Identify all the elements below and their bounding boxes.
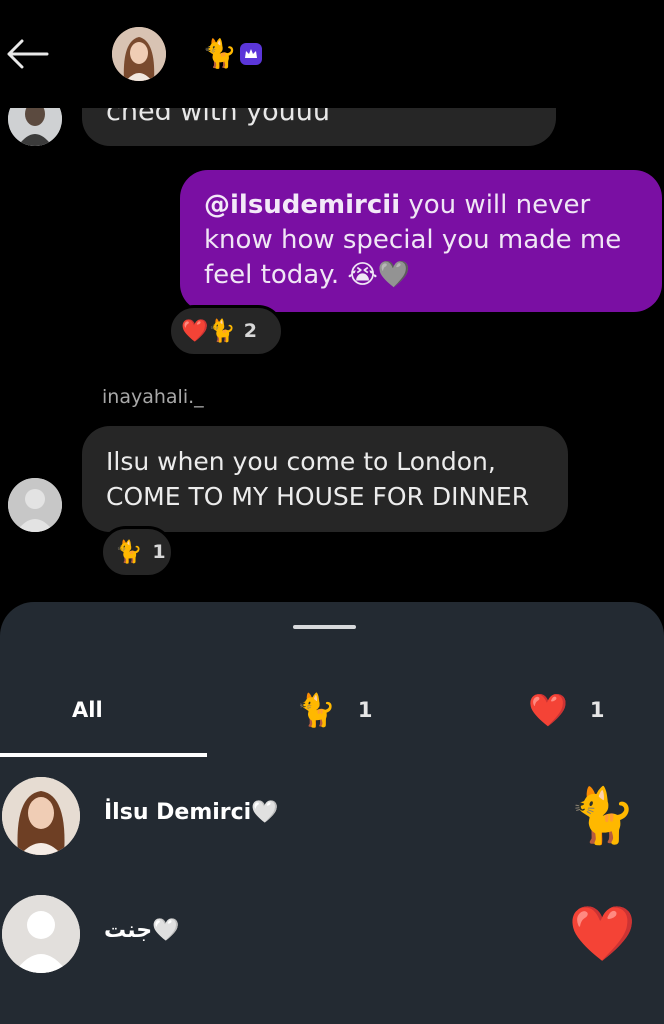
profile-avatar[interactable]	[112, 27, 166, 81]
reactor-name: جنت🤍	[104, 918, 180, 943]
reactor-avatar[interactable]	[2, 895, 80, 973]
tab-cat-reaction[interactable]: 🐈 1	[296, 690, 372, 730]
tab-count: 1	[357, 698, 373, 722]
reactions-sheet: All 🐈 1 ❤️ 1 İlsu Demirci🤍 🐈 جنت🤍 ❤️	[0, 602, 664, 1024]
other-message-text: Ilsu when you come to London, COME TO MY…	[106, 447, 530, 511]
heart-icon: ❤️	[528, 691, 568, 729]
sender-username[interactable]: inayahali._	[102, 386, 204, 408]
reactor-avatar[interactable]	[2, 777, 80, 855]
heart-icon: ❤️	[568, 902, 636, 965]
reaction-count: 2	[243, 320, 258, 342]
reaction-emojis: ❤️🐈	[181, 318, 236, 344]
cat-icon: 🐈	[296, 691, 336, 729]
reactor-row[interactable]: İlsu Demirci🤍 🐈	[0, 770, 664, 866]
sheet-drag-handle[interactable]	[293, 625, 356, 629]
my-message-bubble[interactable]: @ilsudemircii you will never know how sp…	[180, 170, 662, 312]
tab-count: 1	[589, 698, 605, 722]
message-reactions[interactable]: 🐈 1	[100, 526, 174, 578]
default-avatar[interactable]	[8, 478, 62, 532]
reaction-emojis: 🐈	[115, 539, 143, 565]
chat-header: 🐈	[0, 0, 664, 108]
other-message-bubble[interactable]: Ilsu when you come to London, COME TO MY…	[82, 426, 568, 532]
tab-heart-reaction[interactable]: ❤️ 1	[528, 690, 604, 730]
reactor-name: İlsu Demirci🤍	[104, 800, 279, 825]
cat-icon: 🐈	[568, 784, 636, 847]
crown-badge-icon	[240, 43, 262, 65]
tab-all[interactable]: All	[72, 690, 103, 730]
active-tab-indicator	[0, 753, 207, 757]
arrow-left-icon	[7, 39, 49, 69]
reactor-row[interactable]: جنت🤍 ❤️	[0, 888, 664, 984]
mention-link[interactable]: @ilsudemircii	[204, 190, 400, 220]
reaction-count: 1	[152, 541, 166, 563]
tab-all-label: All	[72, 698, 103, 722]
message-reactions[interactable]: ❤️🐈 2	[168, 305, 284, 357]
cat-icon: 🐈	[202, 37, 237, 70]
back-button[interactable]	[4, 36, 50, 72]
